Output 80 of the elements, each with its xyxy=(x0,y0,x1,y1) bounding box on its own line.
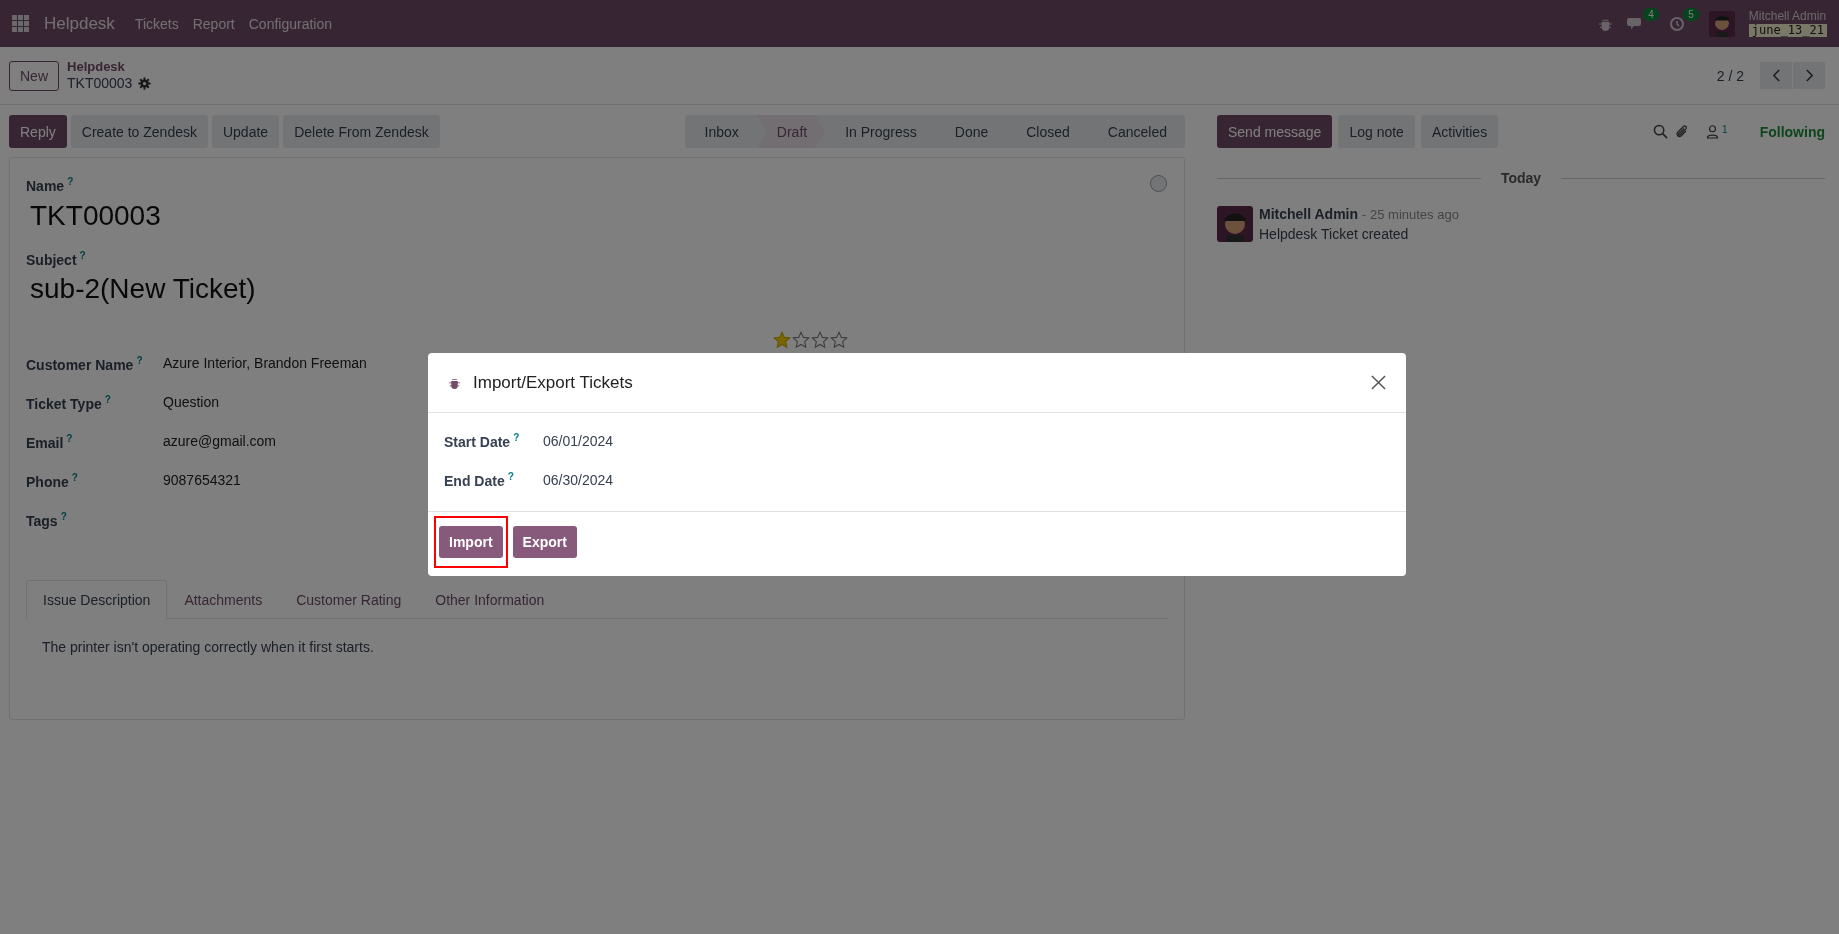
database-badge: june_13_21 xyxy=(1748,23,1827,37)
gear-icon[interactable] xyxy=(138,76,152,90)
stage-button[interactable]: Draft xyxy=(756,115,826,148)
message-body: Helpdesk Ticket created xyxy=(1259,226,1410,242)
help-mark[interactable]: ? xyxy=(67,176,74,187)
star-filled-icon[interactable] xyxy=(773,331,791,350)
field-label: Email xyxy=(26,434,64,451)
help-mark[interactable]: ? xyxy=(60,511,67,523)
app-name[interactable]: Helpdesk xyxy=(44,13,115,34)
stage-button[interactable]: Closed xyxy=(1006,115,1088,148)
field-label: Name xyxy=(26,177,65,194)
menu-item[interactable]: Tickets xyxy=(134,15,179,32)
message-author[interactable]: Mitchell Admin xyxy=(1259,206,1359,222)
avatar-icon[interactable] xyxy=(1708,10,1735,37)
action-button[interactable]: Reply xyxy=(9,115,67,148)
tab[interactable]: Issue Description xyxy=(26,580,168,620)
action-button[interactable]: Create to Zendesk xyxy=(70,115,208,148)
dialog-title: Import/Export Tickets xyxy=(473,372,633,393)
dialog-button[interactable]: Export xyxy=(512,526,577,558)
chevron-right-icon xyxy=(1804,69,1814,82)
new-button[interactable]: New xyxy=(9,60,59,91)
date-field[interactable]: 06/30/2024 xyxy=(543,471,614,488)
stage-button[interactable]: Inbox xyxy=(684,115,757,148)
help-mark[interactable]: ? xyxy=(104,394,111,406)
previous-button[interactable] xyxy=(1760,62,1792,89)
field-label: Ticket Type xyxy=(26,395,102,412)
date-separator: Today xyxy=(1500,170,1542,186)
field-label: Subject xyxy=(26,251,77,268)
chat-count-badge: 4 xyxy=(1643,7,1659,21)
activity-count-badge: 5 xyxy=(1683,7,1699,21)
person-icon[interactable] xyxy=(1706,124,1720,139)
star-empty-icon[interactable] xyxy=(792,331,810,350)
search-icon[interactable] xyxy=(1653,124,1669,139)
user-name[interactable]: Mitchell Admin xyxy=(1748,10,1827,24)
action-button[interactable]: Delete From Zendesk xyxy=(283,115,440,148)
next-button[interactable] xyxy=(1793,62,1825,89)
tab[interactable]: Other Information xyxy=(418,580,562,620)
stage-button[interactable]: Done xyxy=(934,115,1007,148)
close-icon[interactable] xyxy=(1371,375,1386,390)
help-mark[interactable]: ? xyxy=(513,431,520,443)
stage-button[interactable]: Canceled xyxy=(1087,115,1185,148)
field-label: Start Date xyxy=(444,433,511,450)
clock-icon[interactable] xyxy=(1668,15,1685,32)
menu-item[interactable]: Configuration xyxy=(248,15,332,32)
help-mark[interactable]: ? xyxy=(507,470,514,482)
tab[interactable]: Customer Rating xyxy=(279,580,419,620)
description-text: The printer isn't operating correctly when it first starts. xyxy=(42,639,375,656)
subject-value[interactable]: sub-2(New Ticket) xyxy=(30,273,1168,306)
name-value[interactable]: TKT00003 xyxy=(30,199,1168,232)
dialog-button[interactable]: Import xyxy=(439,526,503,558)
action-button[interactable]: Update xyxy=(211,115,280,148)
breadcrumb-link[interactable]: Helpdesk xyxy=(67,59,152,75)
help-mark[interactable]: ? xyxy=(66,433,73,445)
date-field[interactable]: 06/01/2024 xyxy=(543,432,614,449)
message-time: - 25 minutes ago xyxy=(1362,207,1459,222)
status-circle-icon[interactable] xyxy=(1149,174,1168,193)
pager-counter: 2 / 2 xyxy=(1716,67,1744,84)
following-button[interactable]: Following xyxy=(1759,123,1825,140)
follower-count: 1 xyxy=(1722,124,1728,135)
star-empty-icon[interactable] xyxy=(830,331,848,350)
tab[interactable]: Attachments xyxy=(167,580,280,620)
chatter-button[interactable]: Send message xyxy=(1217,115,1333,148)
chatter-button[interactable]: Activities xyxy=(1420,115,1499,148)
help-mark[interactable]: ? xyxy=(79,249,86,261)
chatter-button[interactable]: Log note xyxy=(1338,115,1415,148)
field-label: Phone xyxy=(26,473,69,490)
help-mark[interactable]: ? xyxy=(136,355,143,367)
record-title: TKT00003 xyxy=(67,74,133,92)
apps-menu-icon[interactable] xyxy=(12,14,30,33)
menu-item[interactable]: Report xyxy=(192,15,235,32)
field-label: Tags xyxy=(26,512,58,529)
field-label: Customer Name xyxy=(26,356,134,373)
star-empty-icon[interactable] xyxy=(811,331,829,350)
field-value[interactable]: 9087654321 xyxy=(163,472,241,489)
stage-button[interactable]: In Progress xyxy=(825,115,935,148)
bug-icon xyxy=(448,376,461,389)
help-mark[interactable]: ? xyxy=(71,472,78,484)
avatar-icon xyxy=(1217,206,1253,242)
chevron-left-icon xyxy=(1771,69,1781,82)
field-label: End Date xyxy=(444,472,505,489)
